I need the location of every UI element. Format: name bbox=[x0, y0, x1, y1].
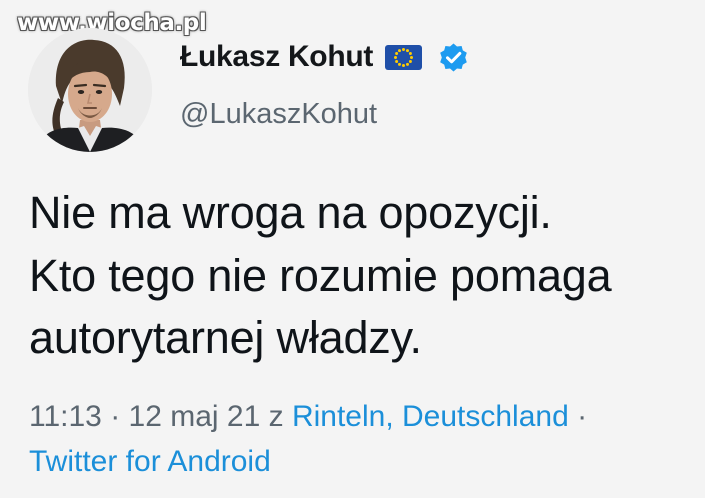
location-link[interactable]: Rinteln, Deutschland bbox=[292, 400, 569, 433]
tweet-metadata: 11:13 · 12 maj 21 z Rinteln, Deutschland… bbox=[29, 394, 699, 484]
avatar-portrait bbox=[28, 28, 152, 152]
avatar[interactable] bbox=[28, 28, 152, 152]
tweet-date[interactable]: 12 maj 21 bbox=[129, 400, 261, 433]
source-row: Twitter for Android bbox=[29, 439, 699, 484]
meta-separator: · bbox=[101, 400, 129, 433]
tweet-text: Nie ma wroga na opozycji. Kto tego nie r… bbox=[29, 182, 699, 370]
timestamp-row: 11:13 · 12 maj 21 z Rinteln, Deutschland… bbox=[29, 394, 699, 439]
meta-separator: · bbox=[568, 400, 588, 433]
source-link[interactable]: Twitter for Android bbox=[29, 445, 271, 478]
tweet-line: Kto tego nie rozumie pomaga bbox=[29, 249, 612, 301]
tweet-line: Nie ma wroga na opozycji. bbox=[29, 187, 552, 238]
location-prefix: z bbox=[260, 400, 292, 433]
author-handle[interactable]: @LukaszKohut bbox=[180, 98, 377, 131]
tweet-time[interactable]: 11:13 bbox=[29, 400, 102, 433]
tweet-line: autorytarnej władzy. bbox=[29, 312, 422, 363]
verified-badge-icon bbox=[438, 42, 469, 73]
author-name-row: Łukasz Kohut bbox=[180, 40, 469, 74]
eu-flag-icon bbox=[385, 44, 423, 70]
author-display-name[interactable]: Łukasz Kohut bbox=[180, 40, 373, 74]
